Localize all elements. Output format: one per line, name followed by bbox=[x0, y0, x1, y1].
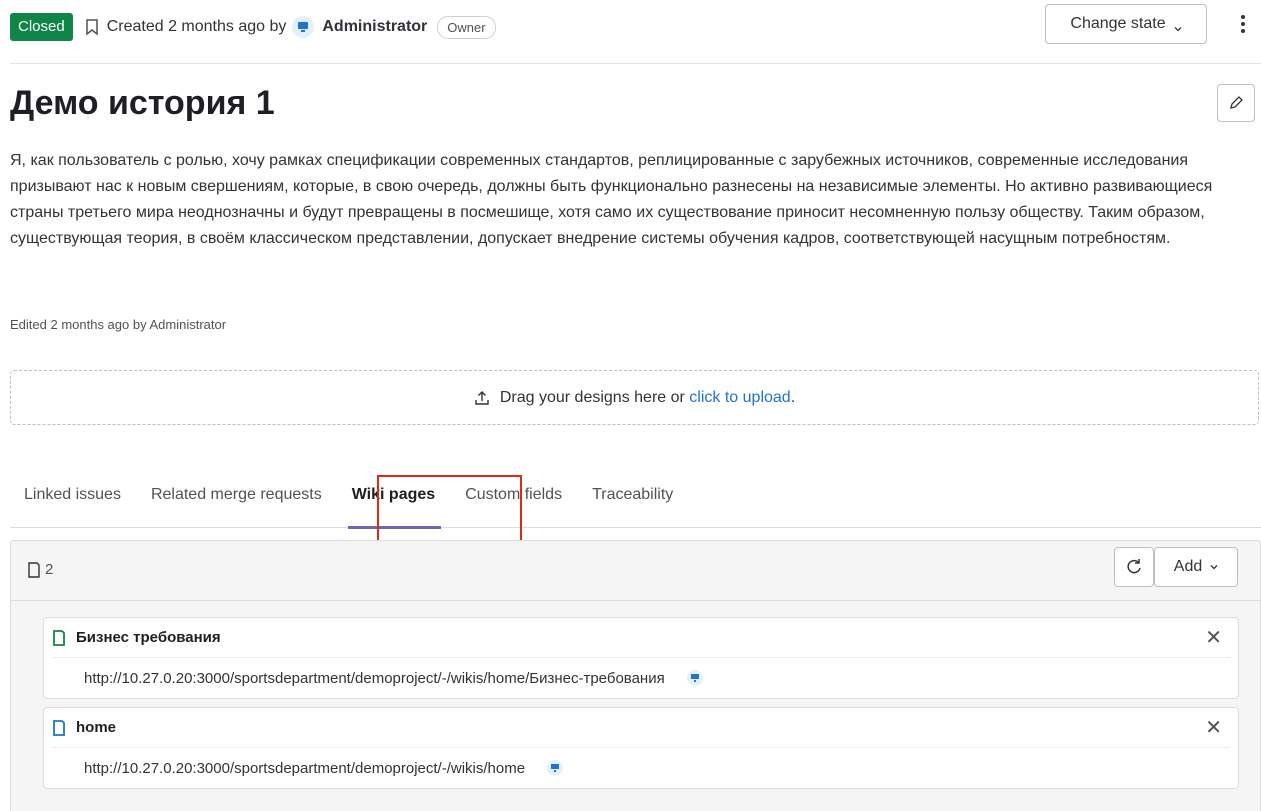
chevron-down-icon bbox=[1210, 565, 1218, 570]
issue-description: Я, как пользователь с ролью, хочу рамках… bbox=[10, 152, 1213, 247]
author-avatar bbox=[686, 670, 703, 686]
wiki-item: Бизнес требования ✕ http://10.27.0.20:30… bbox=[43, 617, 1239, 699]
close-icon[interactable]: ✕ bbox=[1205, 718, 1222, 738]
wiki-page-icon bbox=[53, 629, 65, 646]
edited-info: Edited 2 months ago by Administrator bbox=[10, 317, 227, 332]
wiki-count: 2 bbox=[27, 561, 53, 578]
dropzone-suffix: . bbox=[790, 388, 796, 406]
wiki-count-value: 2 bbox=[45, 561, 54, 578]
tab-linked-issues[interactable]: Linked issues bbox=[10, 472, 137, 527]
issue-tabs: Linked issues Related merge requests Wik… bbox=[10, 472, 1261, 529]
change-state-button[interactable]: Change state bbox=[1045, 4, 1207, 44]
created-text: Created 2 months ago by bbox=[106, 18, 287, 35]
refresh-icon bbox=[1127, 559, 1141, 574]
add-wiki-button[interactable]: Add bbox=[1154, 547, 1238, 587]
bookmark-icon bbox=[85, 19, 99, 35]
edit-title-button[interactable] bbox=[1217, 84, 1255, 122]
wiki-item-title[interactable]: home bbox=[76, 719, 116, 736]
close-icon[interactable]: ✕ bbox=[1205, 628, 1222, 648]
author-link[interactable]: Administrator bbox=[322, 18, 427, 36]
header-divider bbox=[10, 63, 1261, 64]
wiki-page-icon bbox=[28, 561, 40, 578]
chevron-down-icon bbox=[1174, 20, 1182, 32]
design-dropzone[interactable]: Drag your designs here or click to uploa… bbox=[10, 370, 1259, 425]
tab-related-merge-requests[interactable]: Related merge requests bbox=[137, 472, 338, 527]
add-label: Add bbox=[1173, 558, 1203, 575]
status-badge: Closed bbox=[10, 13, 73, 41]
wiki-item-url[interactable]: http://10.27.0.20:3000/sportsdepartment/… bbox=[84, 760, 525, 777]
pencil-icon bbox=[1230, 96, 1243, 109]
panel-header: 2 Add bbox=[11, 541, 1260, 601]
upload-icon bbox=[475, 390, 489, 405]
wiki-item: home ✕ http://10.27.0.20:3000/sportsdepa… bbox=[43, 707, 1239, 789]
author-avatar bbox=[547, 760, 564, 776]
dropzone-text: Drag your designs here or bbox=[499, 388, 685, 406]
refresh-button[interactable] bbox=[1114, 547, 1154, 587]
wiki-pages-panel: 2 Add Бизнес требования ✕ http://10.27.0… bbox=[10, 540, 1261, 811]
page-title: Демо история 1 bbox=[10, 84, 275, 122]
change-state-label: Change state bbox=[1070, 15, 1166, 32]
wiki-item-url[interactable]: http://10.27.0.20:3000/sportsdepartment/… bbox=[84, 670, 665, 687]
tab-traceability[interactable]: Traceability bbox=[578, 472, 689, 527]
wiki-item-title[interactable]: Бизнес требования bbox=[76, 629, 221, 646]
wiki-page-icon bbox=[53, 719, 65, 736]
highlight-box bbox=[377, 475, 522, 545]
author-avatar[interactable] bbox=[292, 16, 315, 38]
upload-link[interactable]: click to upload bbox=[689, 389, 790, 406]
owner-badge: Owner bbox=[437, 15, 496, 39]
more-actions-icon[interactable] bbox=[1225, 4, 1261, 44]
